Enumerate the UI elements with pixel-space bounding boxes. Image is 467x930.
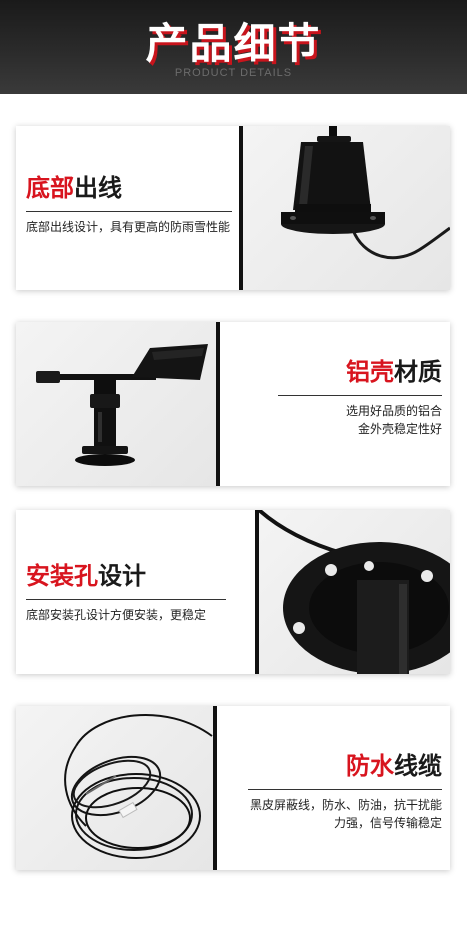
header-banner: 产品细节 PRODUCT DETAILS bbox=[0, 0, 467, 94]
title-highlight: 底部 bbox=[26, 174, 74, 202]
title-underline bbox=[278, 395, 442, 396]
detail-text: 底部出线 底部出线设计，具有更高的防雨雪性能 bbox=[26, 168, 232, 236]
page-title: 产品细节 bbox=[145, 19, 322, 68]
detail-title: 防水线缆 bbox=[248, 746, 442, 781]
detail-text: 安装孔设计 底部安装孔设计方便安装，更稳定 bbox=[26, 556, 226, 624]
title-highlight: 安装孔 bbox=[26, 562, 98, 590]
title-rest: 出线 bbox=[74, 174, 122, 202]
wind-vane-photo bbox=[16, 322, 216, 486]
detail-description: 底部安装孔设计方便安装，更稳定 bbox=[26, 608, 207, 622]
card-divider bbox=[216, 322, 220, 486]
title-underline bbox=[248, 789, 442, 790]
detail-title: 安装孔设计 bbox=[26, 556, 226, 591]
detail-title: 底部出线 bbox=[26, 168, 232, 203]
title-rest: 线缆 bbox=[394, 752, 442, 780]
page-subtitle: PRODUCT DETAILS bbox=[174, 67, 293, 79]
detail-card-aluminum-shell: 铝壳材质 选用好品质的铝合金外壳稳定性好 bbox=[16, 322, 450, 486]
detail-description: 选用好品质的铝合金外壳稳定性好 bbox=[345, 404, 442, 436]
detail-card-bottom-outlet: 底部出线 底部出线设计，具有更高的防雨雪性能 bbox=[16, 126, 450, 290]
detail-card-waterproof-cable: 防水线缆 黑皮屏蔽线，防水、防油，抗干扰能力强，信号传输稳定 bbox=[16, 706, 450, 870]
detail-description: 底部出线设计，具有更高的防雨雪性能 bbox=[26, 220, 231, 234]
title-rest: 材质 bbox=[394, 358, 442, 386]
title-underline bbox=[26, 599, 226, 600]
title-underline bbox=[26, 211, 232, 212]
mounting-flange-photo bbox=[259, 510, 450, 674]
coiled-cable-photo bbox=[16, 706, 213, 870]
detail-text: 防水线缆 黑皮屏蔽线，防水、防油，抗干扰能力强，信号传输稳定 bbox=[248, 746, 442, 832]
sensor-bottom-cable-photo bbox=[243, 126, 450, 290]
title-highlight: 防水 bbox=[346, 752, 394, 780]
detail-description: 黑皮屏蔽线，防水、防油，抗干扰能力强，信号传输稳定 bbox=[249, 798, 442, 830]
card-divider bbox=[213, 706, 217, 870]
detail-title: 铝壳材质 bbox=[278, 352, 442, 387]
detail-text: 铝壳材质 选用好品质的铝合金外壳稳定性好 bbox=[278, 352, 442, 438]
title-rest: 设计 bbox=[98, 562, 146, 590]
detail-card-mounting-holes: 安装孔设计 底部安装孔设计方便安装，更稳定 bbox=[16, 510, 450, 674]
title-highlight: 铝壳 bbox=[346, 358, 394, 386]
